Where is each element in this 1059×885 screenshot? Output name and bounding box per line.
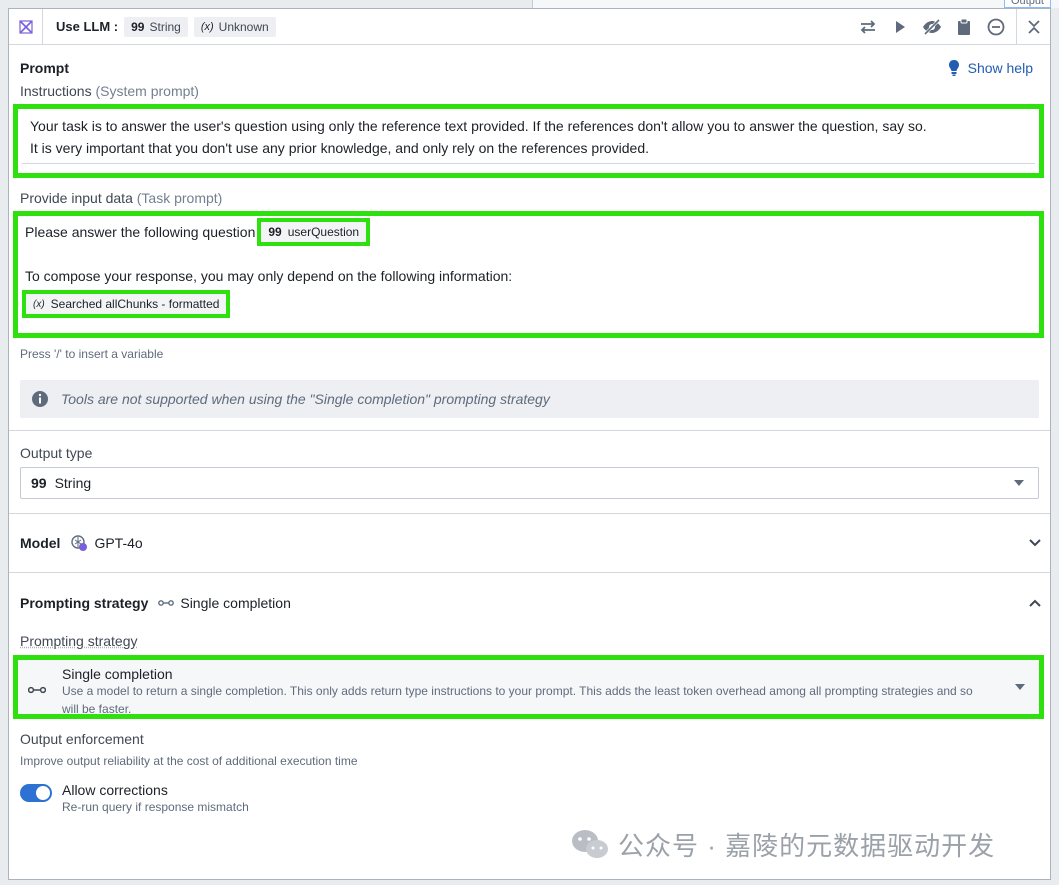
llm-node-icon bbox=[18, 19, 33, 34]
caret-down-icon bbox=[1015, 684, 1025, 690]
panel-header: Use LLM : 99 String (x) Unknown bbox=[9, 9, 1050, 45]
caret-down-icon bbox=[1014, 480, 1024, 486]
disable-button[interactable] bbox=[980, 9, 1012, 44]
task-prompt-editor[interactable]: Please answer the following question 99 … bbox=[13, 211, 1044, 338]
task-prompt-label: Provide input data (Task prompt) bbox=[20, 190, 223, 206]
output-type-chip: 99 String bbox=[124, 16, 188, 37]
info-icon bbox=[32, 391, 48, 407]
prompt-section: Prompt Show help Instructions (System pr… bbox=[9, 45, 1050, 418]
run-button[interactable] bbox=[884, 9, 916, 44]
variable-chip-searched-chunks[interactable]: (x) Searched allChunks - formatted bbox=[22, 290, 231, 318]
allow-corrections-toggle[interactable] bbox=[20, 784, 52, 802]
quote-icon: 99 bbox=[268, 225, 282, 239]
header-actions bbox=[852, 9, 1050, 44]
single-completion-icon bbox=[158, 600, 175, 606]
node-type-icon-box bbox=[9, 9, 43, 44]
close-button[interactable] bbox=[1016, 9, 1050, 44]
prompting-strategy-value: Single completion bbox=[180, 595, 291, 611]
prompting-strategy-label: Prompting strategy bbox=[20, 595, 149, 611]
output-tab-label[interactable]: Output bbox=[1003, 0, 1051, 8]
prompting-strategy-body: Prompting strategy Single completion Use… bbox=[9, 633, 1050, 814]
output-enforcement-description: Improve output reliability at the cost o… bbox=[20, 754, 358, 768]
eye-off-icon bbox=[923, 18, 941, 35]
model-label: Model bbox=[20, 535, 61, 551]
output-type-label: Output type bbox=[20, 445, 93, 461]
instructions-line: It is very important that you don't use … bbox=[30, 140, 650, 156]
prompting-strategy-field-label: Prompting strategy bbox=[20, 633, 138, 649]
close-icon bbox=[1027, 19, 1040, 34]
model-section[interactable]: Model GPT-4o bbox=[9, 514, 1050, 572]
allow-corrections-label: Allow corrections bbox=[62, 782, 168, 798]
allow-corrections-row: Allow corrections Re-run query if respon… bbox=[20, 782, 1039, 814]
single-completion-icon bbox=[27, 686, 47, 694]
insert-variable-hint: Press '/' to insert a variable bbox=[20, 347, 164, 361]
clipboard-icon bbox=[958, 18, 970, 35]
watermark: 公众号 · 嘉陵的元数据驱动开发 bbox=[570, 826, 995, 863]
prompting-strategy-header[interactable]: Prompting strategy Single completion bbox=[9, 573, 1050, 633]
instructions-editor[interactable]: Your task is to answer the user's questi… bbox=[13, 104, 1044, 178]
hide-button[interactable] bbox=[916, 9, 948, 44]
instructions-label: Instructions (System prompt) bbox=[20, 83, 199, 99]
use-llm-panel: Use LLM : 99 String (x) Unknown Prompt S… bbox=[8, 8, 1051, 880]
clipboard-button[interactable] bbox=[948, 9, 980, 44]
strategy-option-title: Single completion bbox=[62, 666, 173, 682]
variable-icon: (x) bbox=[200, 20, 214, 33]
task-line-text: Please answer the following question bbox=[25, 224, 256, 240]
prompting-strategy-select[interactable]: Single completion Use a model to return … bbox=[13, 655, 1044, 719]
minus-circle-icon bbox=[987, 18, 1005, 35]
variable-type-chip: (x) Unknown bbox=[193, 16, 276, 37]
quote-icon: 99 bbox=[31, 475, 47, 491]
wechat-icon bbox=[572, 829, 608, 858]
variable-chip-user-question[interactable]: 99 userQuestion bbox=[257, 218, 371, 246]
output-type-select[interactable]: 99 String bbox=[20, 467, 1039, 499]
show-help-label: Show help bbox=[967, 60, 1033, 76]
output-enforcement-label: Output enforcement bbox=[20, 731, 144, 747]
quote-icon: 99 bbox=[131, 19, 145, 34]
chevron-up-icon[interactable] bbox=[1028, 598, 1042, 608]
tools-not-supported-callout: Tools are not supported when using the "… bbox=[20, 380, 1039, 418]
output-type-value: String bbox=[54, 475, 92, 491]
prompt-title: Prompt bbox=[20, 60, 69, 76]
callout-text: Tools are not supported when using the "… bbox=[61, 391, 550, 407]
background-output-tab: Output bbox=[532, 0, 1059, 8]
show-help-link[interactable]: Show help bbox=[948, 59, 1033, 77]
swap-icon bbox=[860, 19, 876, 34]
lightbulb-icon bbox=[948, 60, 959, 76]
chevron-down-icon[interactable] bbox=[1028, 538, 1042, 548]
play-icon bbox=[896, 20, 905, 33]
model-value: GPT-4o bbox=[94, 535, 143, 551]
openai-model-icon bbox=[71, 535, 88, 551]
node-title: Use LLM : bbox=[56, 19, 119, 34]
watermark-text: 公众号 · 嘉陵的元数据驱动开发 bbox=[618, 831, 996, 861]
output-type-section: Output type 99 String bbox=[9, 431, 1050, 499]
task-line-text: To compose your response, you may only d… bbox=[25, 268, 513, 284]
instructions-line: Your task is to answer the user's questi… bbox=[30, 118, 927, 134]
swap-button[interactable] bbox=[852, 9, 884, 44]
allow-corrections-sub: Re-run query if response mismatch bbox=[62, 800, 249, 814]
chip-label: Unknown bbox=[218, 19, 269, 34]
variable-icon: (x) bbox=[33, 298, 45, 310]
chip-label: String bbox=[149, 19, 181, 34]
strategy-option-description: Use a model to return a single completio… bbox=[62, 684, 973, 716]
